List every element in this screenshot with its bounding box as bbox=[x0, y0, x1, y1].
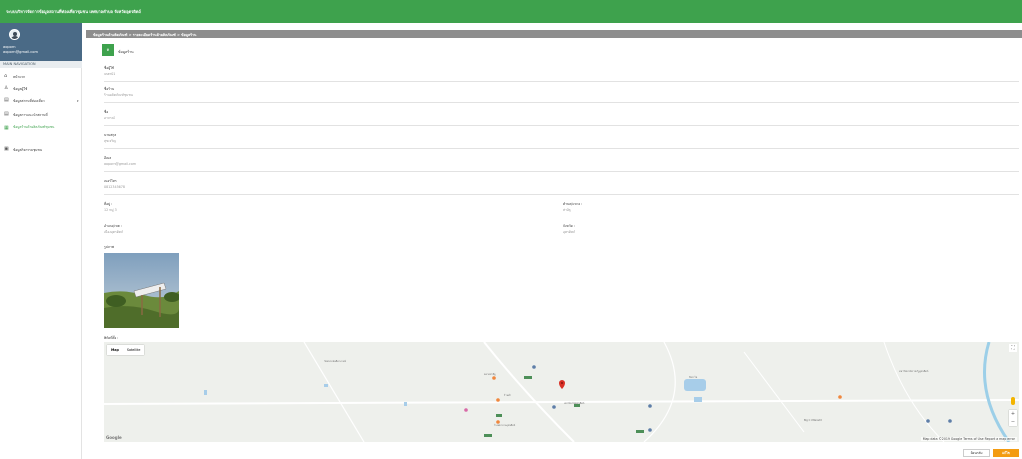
sidebar-item-label: หน้าแรก bbox=[13, 75, 26, 79]
edit-button[interactable]: แก้ไข bbox=[993, 449, 1019, 457]
home-icon: ⌂ bbox=[4, 73, 8, 79]
field-email: อีเมล aoporn@gmail.com bbox=[104, 156, 1019, 172]
field-lastname: นามสกุล สุขเจริญ bbox=[104, 133, 1019, 149]
location-map[interactable]: วัดพระแท่นศิลาอาสน์ ตลาดท่าอิฐ สถานีรถไฟ… bbox=[104, 342, 1019, 442]
field-label: จังหวัด : bbox=[563, 224, 575, 228]
field-label: ที่อยู่ : bbox=[104, 202, 113, 206]
field-value: aoporn@gmail.com bbox=[104, 162, 137, 166]
field-label: ชื่อผู้ใช้ bbox=[104, 66, 114, 70]
sidebar-item-label: ข้อมูลการแนะนำสถานที่ bbox=[13, 113, 48, 117]
panel-title: ข้อมูลร้าน bbox=[118, 50, 134, 54]
map-place-label: วัดพระแท่นศิลาอาสน์ bbox=[324, 360, 346, 363]
nav-heading: MAIN NAVIGATION bbox=[0, 61, 82, 68]
store-photo[interactable] bbox=[104, 253, 179, 328]
list-icon: ▤ bbox=[4, 111, 9, 117]
sidebar-item-label: ข้อมูลร้านค้าผลิตภัณฑ์ชุมชน bbox=[13, 125, 55, 129]
field-phone: เบอร์โทร 0812345678 bbox=[104, 179, 1019, 195]
map-place-label: ตลาดท่าอิฐ bbox=[484, 373, 496, 376]
map-place-label: โรงพยาบาลอุตรดิตถ์ bbox=[494, 424, 516, 427]
map-place-label: บึงกะโล่ bbox=[689, 376, 698, 379]
calendar-icon: ▣ bbox=[4, 146, 9, 152]
sidebar-item-activities[interactable]: ▣ ข้อมูลกิจกรรมชุมชน bbox=[0, 145, 82, 155]
user-panel: aoporn aoporn@gmail.com bbox=[0, 23, 82, 61]
field-value: สุขเจริญ bbox=[104, 139, 116, 143]
field-firstname: ชื่อ อาภรณ์ bbox=[104, 110, 1019, 126]
field-value: อุตรดิตถ์ bbox=[563, 230, 576, 234]
zoom-in-button[interactable]: + bbox=[1009, 410, 1017, 418]
photo-label: รูปภาพ bbox=[104, 245, 115, 249]
field-value: ร้านผลิตภัณฑ์ชุมชน bbox=[104, 93, 133, 97]
map-label: พิกัดที่ตั้ง : bbox=[104, 336, 119, 340]
zoom-control: + − bbox=[1009, 410, 1017, 426]
sidebar-item-stores[interactable]: ▦ ข้อมูลร้านค้าผลิตภัณฑ์ชุมชน bbox=[0, 124, 82, 138]
panel-icon: ค bbox=[102, 44, 114, 56]
breadcrumb-text[interactable]: ข้อมูลร้านค้าผลิตภัณฑ์ > รายละเอียดร้านค… bbox=[93, 32, 196, 38]
app-title: ระบบบริหารจัดการข้อมูลสถานที่ท่องเที่ยวช… bbox=[6, 9, 141, 14]
user-name: aoporn bbox=[3, 45, 16, 49]
user-icon: ♙ bbox=[4, 85, 9, 91]
google-logo: Google bbox=[106, 435, 122, 440]
sidebar-item-home[interactable]: ⌂ หน้าแรก bbox=[0, 72, 82, 82]
sidebar-item-label: ข้อมูลสถานที่ท่องเที่ยว bbox=[13, 99, 45, 103]
field-value: เมืองอุตรดิตถ์ bbox=[104, 230, 124, 234]
sidebar: aoporn aoporn@gmail.com MAIN NAVIGATION … bbox=[0, 23, 82, 459]
field-label: นามสกุล bbox=[104, 133, 117, 137]
field-value: user01 bbox=[104, 72, 116, 76]
field-label: ชื่อร้าน bbox=[104, 87, 115, 91]
map-place-label: มหาวิทยาลัยราชภัฏอุตรดิตถ์ bbox=[899, 370, 929, 373]
map-attribution[interactable]: Map data ©2019 Google Terms of Use Repor… bbox=[920, 437, 1017, 441]
field-value: อาภรณ์ bbox=[104, 116, 115, 120]
field-store-name: ชื่อร้าน ร้านผลิตภัณฑ์ชุมชน bbox=[104, 87, 1019, 103]
avatar[interactable] bbox=[9, 29, 20, 40]
zoom-out-button[interactable]: − bbox=[1009, 418, 1017, 426]
field-label: เบอร์โทร bbox=[104, 179, 117, 183]
pegman-icon[interactable] bbox=[1011, 397, 1015, 405]
sidebar-item-label: ข้อมูลผู้ใช้ bbox=[13, 87, 28, 91]
map-place-label: Big C Uttaradit bbox=[804, 419, 822, 422]
breadcrumb: ข้อมูลร้านค้าผลิตภัณฑ์ > รายละเอียดร้านค… bbox=[86, 30, 1022, 38]
sidebar-item-places[interactable]: ▤ ข้อมูลสถานที่ท่องเที่ยว ▾ bbox=[0, 96, 82, 106]
field-value: 12 หมู่ 3 bbox=[104, 208, 117, 212]
map-type-map[interactable]: Map bbox=[107, 345, 123, 355]
map-type-control: Map Satellite bbox=[107, 345, 145, 355]
chevron-down-icon: ▾ bbox=[77, 99, 79, 103]
field-username: ชื่อผู้ใช้ user01 bbox=[104, 66, 1019, 82]
map-place-label: สถานีรถไฟอุตรดิตถ์ bbox=[564, 402, 585, 405]
back-button[interactable]: ย้อนกลับ bbox=[963, 449, 990, 457]
top-header: ระบบบริหารจัดการข้อมูลสถานที่ท่องเที่ยวช… bbox=[0, 0, 1022, 23]
sidebar-item-recommend[interactable]: ▤ ข้อมูลการแนะนำสถานที่ bbox=[0, 110, 82, 120]
map-place-label: ร้านค้า bbox=[504, 394, 512, 397]
field-label: อีเมล bbox=[104, 156, 112, 160]
user-email: aoporn@gmail.com bbox=[3, 50, 38, 54]
field-label: ตำบล/แขวง : bbox=[563, 202, 583, 206]
sidebar-item-label: ข้อมูลกิจกรรมชุมชน bbox=[13, 148, 42, 152]
store-icon: ▦ bbox=[4, 125, 9, 131]
field-value: ท่าอิฐ bbox=[563, 208, 571, 212]
list-icon: ▤ bbox=[4, 97, 9, 103]
field-label: อำเภอ/เขต : bbox=[104, 224, 122, 228]
field-label: ชื่อ bbox=[104, 110, 109, 114]
fullscreen-icon[interactable]: ⛶ bbox=[1009, 344, 1017, 352]
sidebar-item-users[interactable]: ♙ ข้อมูลผู้ใช้ bbox=[0, 84, 82, 94]
map-type-satellite[interactable]: Satellite bbox=[123, 345, 145, 355]
field-value: 0812345678 bbox=[104, 185, 125, 189]
